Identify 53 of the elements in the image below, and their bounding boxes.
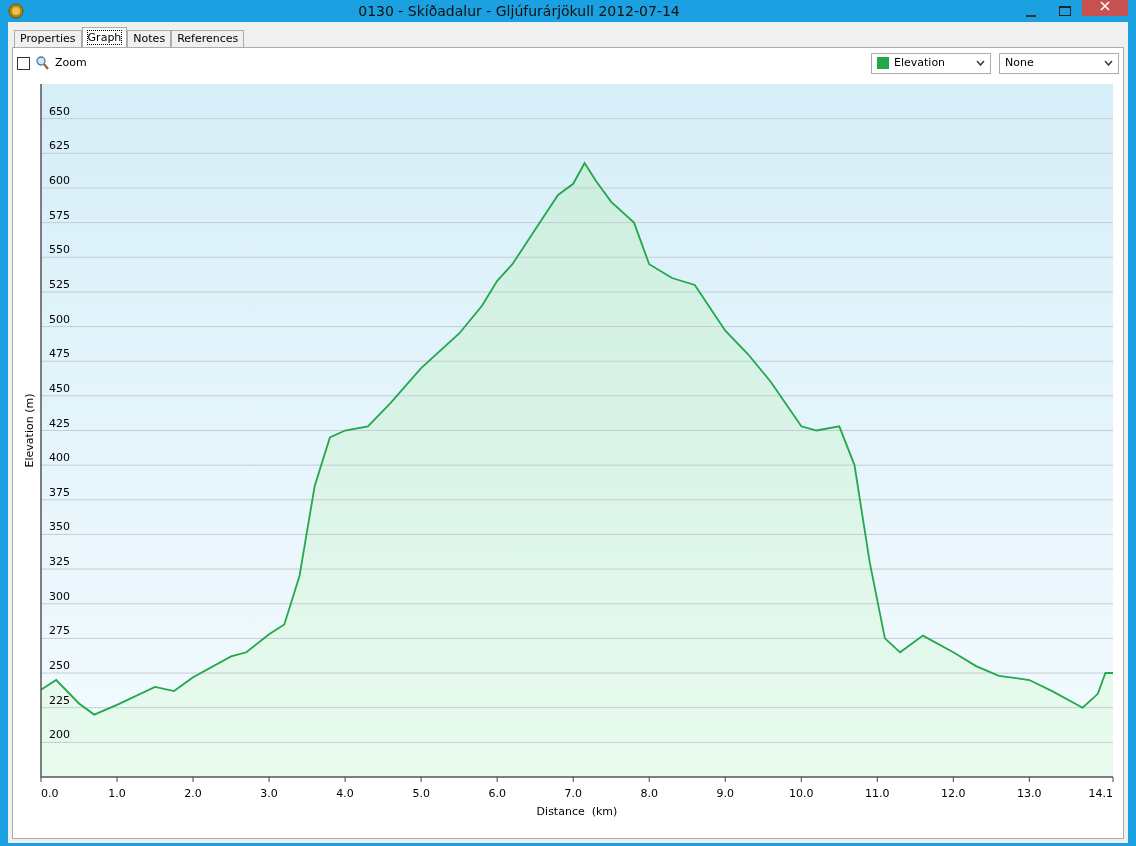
y-tick-label: 200 [49,728,70,742]
close-icon [1100,1,1110,11]
y-tick-label: 650 [49,104,70,118]
x-tick-label: 12.0 [941,787,966,800]
y-tick-label: 300 [49,589,70,603]
x-tick-label: 2.0 [184,787,202,800]
chevron-down-icon [1104,60,1113,66]
x-tick-label: 0.0 [41,787,59,800]
tab[interactable]: References [171,30,245,47]
x-tick-label: 6.0 [488,787,506,800]
y-tick-label: 475 [49,347,70,361]
dropdown[interactable]: Elevation [871,52,991,74]
x-tick-label: 11.0 [865,787,890,800]
window-title: 0130 - Skíðadalur - Gljúfurárjökull 2012-07-14 [357,1,681,21]
tab[interactable]: Notes [127,30,172,47]
y-tick-label: 400 [49,451,70,465]
y-tick-label: 375 [49,485,70,499]
minimize-icon [1026,15,1036,17]
maximize-icon [1059,6,1071,16]
x-axis-title: Distance (km) [536,805,618,818]
x-tick-label: 14.1 [1088,787,1113,800]
y-tick-label: 250 [49,659,70,673]
x-tick-label: 1.0 [108,787,126,800]
y-tick-label: 325 [49,555,70,569]
y-tick-label: 575 [49,208,70,222]
y-tick-label: 550 [49,243,70,257]
zoom-checkbox[interactable] [17,56,30,70]
y-tick-label: 500 [49,312,70,326]
y-tick-label: 525 [49,277,70,291]
x-tick-label: 3.0 [260,787,278,800]
x-tick-label: 10.0 [789,787,814,800]
y-tick-label: 600 [49,173,70,187]
y-tick-label: 275 [49,624,70,638]
dropdown[interactable]: None [999,52,1119,74]
y-tick-label: 225 [49,693,70,707]
x-tick-label: 13.0 [1017,787,1042,800]
x-tick-label: 7.0 [564,787,582,800]
y-tick-label: 425 [49,416,70,430]
x-tick-label: 8.0 [640,787,658,800]
tab[interactable]: Properties [14,30,82,47]
y-tick-label: 625 [49,139,70,153]
y-tick-label: 350 [49,520,70,534]
tab[interactable]: Graph [81,27,128,47]
close-button[interactable] [1082,0,1128,16]
app-icon [8,3,24,19]
x-tick-label: 9.0 [716,787,734,800]
y-tick-label: 450 [49,381,70,395]
zoom-label: Zoom [55,54,87,71]
x-tick-label: 4.0 [336,787,354,800]
y-axis-title: Elevation (m) [23,393,36,468]
chevron-down-icon [976,60,985,66]
x-tick-label: 5.0 [412,787,430,800]
magnifier-icon [36,56,49,70]
